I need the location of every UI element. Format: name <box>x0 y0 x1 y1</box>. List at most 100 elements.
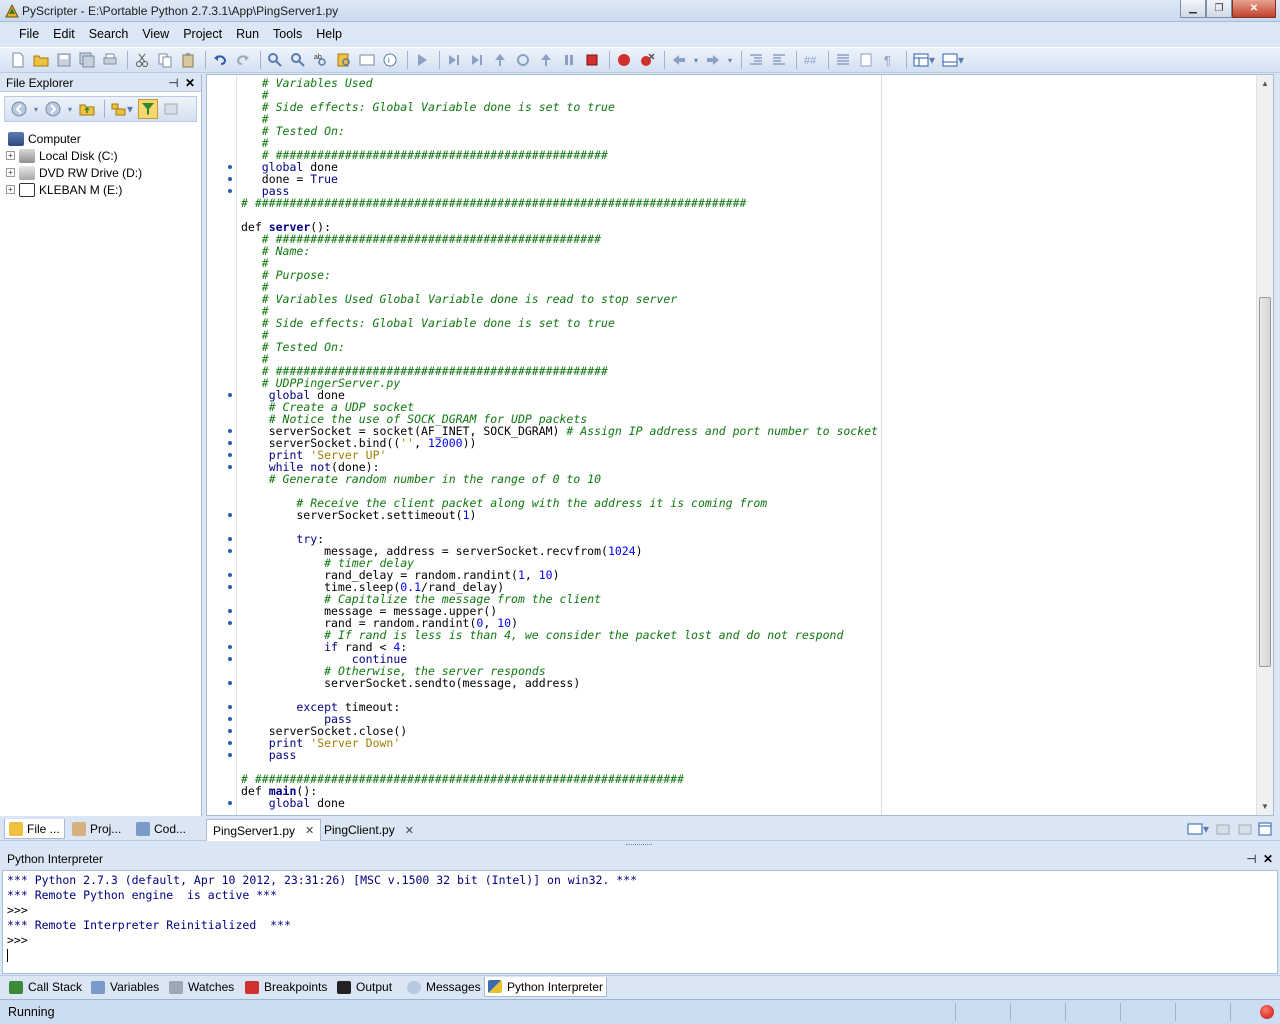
executable-line-marker-icon[interactable] <box>228 609 232 613</box>
tab-call-stack[interactable]: Call Stack <box>6 977 85 997</box>
show-whitespace-icon[interactable]: ¶ <box>879 50 899 70</box>
split-icon[interactable] <box>1235 819 1255 839</box>
code-line[interactable]: serverSocket.sendto(message, address) <box>228 677 1251 689</box>
tree-node-local-disk[interactable]: + Local Disk (C:) <box>6 147 195 164</box>
code-line[interactable]: # Generate random number in the range of… <box>241 473 1251 485</box>
step-up-icon[interactable] <box>536 50 556 70</box>
refresh-icon[interactable] <box>161 99 181 119</box>
menu-run[interactable]: Run <box>229 27 266 41</box>
code-line[interactable]: # ######################################… <box>241 233 1251 245</box>
dropdown-arrow-icon[interactable]: ▾ <box>726 50 734 70</box>
menu-file[interactable]: File <box>12 27 46 41</box>
executable-line-marker-icon[interactable] <box>228 465 232 469</box>
tab-close-icon[interactable]: ✕ <box>405 824 414 837</box>
tree-node-dvd-drive[interactable]: + DVD RW Drive (D:) <box>6 164 195 181</box>
tab-output[interactable]: Output <box>334 977 395 997</box>
code-line[interactable]: # Tested On: <box>241 341 1251 353</box>
executable-line-marker-icon[interactable] <box>228 441 232 445</box>
executable-line-marker-icon[interactable] <box>228 753 232 757</box>
step-over-icon[interactable] <box>467 50 487 70</box>
pin-icon[interactable]: ⊣ <box>1246 852 1256 866</box>
undo-icon[interactable] <box>210 50 230 70</box>
find-icon[interactable] <box>265 50 285 70</box>
code-line[interactable]: # <box>241 113 1251 125</box>
tab-close-icon[interactable]: ✕ <box>305 824 314 837</box>
executable-line-marker-icon[interactable] <box>228 657 232 661</box>
python-interpreter-console[interactable]: *** Python 2.7.3 (default, Apr 10 2012, … <box>2 870 1278 974</box>
tab-breakpoints[interactable]: Breakpoints <box>242 977 330 997</box>
new-tab-icon[interactable] <box>1213 819 1233 839</box>
scroll-down-arrow-icon[interactable]: ▼ <box>1261 802 1269 811</box>
executable-line-marker-icon[interactable] <box>228 513 232 517</box>
expand-icon[interactable]: + <box>6 168 15 177</box>
code-line[interactable]: # Side effects: Global Variable done is … <box>241 101 1251 113</box>
menu-search[interactable]: Search <box>82 27 136 41</box>
save-icon[interactable] <box>54 50 74 70</box>
executable-line-marker-icon[interactable] <box>228 549 232 553</box>
code-line[interactable]: # UDPPingerServer.py <box>241 377 1251 389</box>
tab-list-icon[interactable]: ▾ <box>1185 819 1211 839</box>
executable-line-marker-icon[interactable] <box>228 537 232 541</box>
code-line[interactable]: # ######################################… <box>241 197 1251 209</box>
editor-tab-pingclient[interactable]: PingClient.py ✕ <box>318 819 420 841</box>
code-line[interactable]: # Name: <box>241 245 1251 257</box>
code-line[interactable]: except timeout: <box>228 701 1251 713</box>
step-out-icon[interactable] <box>490 50 510 70</box>
redo-icon[interactable] <box>233 50 253 70</box>
replace-icon[interactable]: ab <box>311 50 331 70</box>
tab-code-explorer[interactable]: Cod... <box>132 819 190 839</box>
horizontal-splitter[interactable] <box>0 842 1280 848</box>
dropdown-arrow-icon[interactable]: ▾ <box>32 99 40 119</box>
code-line[interactable]: print 'Server UP' <box>228 449 1251 461</box>
back-icon[interactable] <box>9 99 29 119</box>
code-line[interactable]: # <box>241 257 1251 269</box>
editor-tab-pingserver1[interactable]: PingServer1.py ✕ <box>206 819 322 841</box>
expand-icon[interactable]: + <box>6 151 15 160</box>
executable-line-marker-icon[interactable] <box>228 573 232 577</box>
executable-line-marker-icon[interactable] <box>228 429 232 433</box>
run-icon[interactable] <box>412 50 432 70</box>
stop-icon[interactable] <box>582 50 602 70</box>
up-folder-icon[interactable] <box>77 99 97 119</box>
paste-icon[interactable] <box>178 50 198 70</box>
executable-line-marker-icon[interactable] <box>228 729 232 733</box>
dropdown-arrow-icon[interactable]: ▾ <box>66 99 74 119</box>
executable-line-marker-icon[interactable] <box>228 801 232 805</box>
executable-line-marker-icon[interactable] <box>228 717 232 721</box>
executable-line-marker-icon[interactable] <box>228 645 232 649</box>
filter-icon[interactable] <box>138 99 158 119</box>
dedent-icon[interactable] <box>769 50 789 70</box>
comment-icon[interactable]: ## <box>801 50 821 70</box>
breakpoint-icon[interactable] <box>614 50 634 70</box>
menu-tools[interactable]: Tools <box>266 27 309 41</box>
find-next-icon[interactable] <box>288 50 308 70</box>
tab-variables[interactable]: Variables <box>88 977 162 997</box>
run-to-cursor-icon[interactable] <box>513 50 533 70</box>
code-line[interactable]: # Variables Used Global Variable done is… <box>241 293 1251 305</box>
code-line[interactable]: # ######################################… <box>241 149 1251 161</box>
executable-line-marker-icon[interactable] <box>228 453 232 457</box>
layout-icon[interactable]: ▾ <box>911 50 937 70</box>
goto-icon[interactable] <box>357 50 377 70</box>
editor-gutter[interactable] <box>207 75 237 815</box>
window-list-icon[interactable] <box>1255 819 1275 839</box>
tabify-icon[interactable] <box>833 50 853 70</box>
code-line[interactable]: # ######################################… <box>241 773 1251 785</box>
menu-view[interactable]: View <box>135 27 176 41</box>
code-area[interactable]: # Variables Used # # Side effects: Globa… <box>228 77 1251 809</box>
panel-close-icon[interactable]: ✕ <box>185 76 195 90</box>
executable-line-marker-icon[interactable] <box>228 705 232 709</box>
step-into-icon[interactable] <box>444 50 464 70</box>
menu-edit[interactable]: Edit <box>46 27 82 41</box>
code-line[interactable]: serverSocket.bind(('', 12000)) <box>228 437 1251 449</box>
code-line[interactable]: def main(): <box>241 785 1251 797</box>
tab-python-interpreter[interactable]: Python Interpreter <box>484 977 608 997</box>
executable-line-marker-icon[interactable] <box>228 189 232 193</box>
code-line[interactable]: global done <box>228 797 1251 809</box>
cut-icon[interactable] <box>132 50 152 70</box>
open-folder-icon[interactable] <box>31 50 51 70</box>
executable-line-marker-icon[interactable] <box>228 741 232 745</box>
print-icon[interactable] <box>100 50 120 70</box>
executable-line-marker-icon[interactable] <box>228 177 232 181</box>
tab-project[interactable]: Proj... <box>68 819 125 839</box>
